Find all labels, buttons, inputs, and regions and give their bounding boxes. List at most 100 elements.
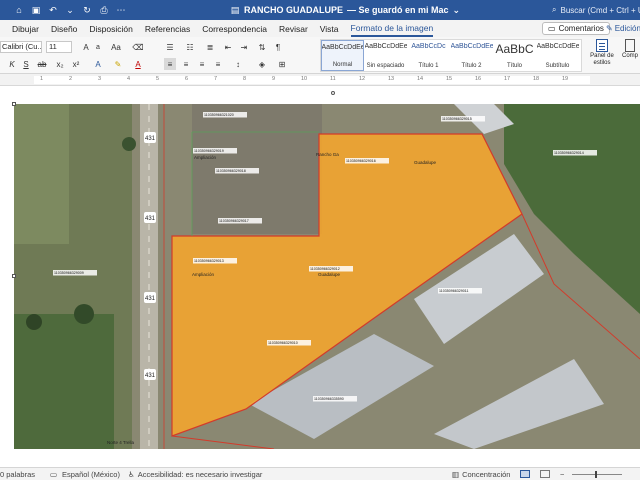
ruler-number: 5: [156, 76, 160, 82]
proofing-icon[interactable]: ▭: [50, 470, 57, 479]
tab-revisar[interactable]: Revisar: [279, 20, 308, 37]
ruler-number: 3: [98, 76, 102, 82]
style-sample: AaBbCcDc: [411, 43, 446, 50]
zoom-slider-thumb[interactable]: [595, 471, 597, 478]
chevron-down-icon[interactable]: ⌄: [65, 5, 75, 15]
style-título-2[interactable]: AaBbCcDdEe Título 2: [450, 40, 493, 71]
rotate-handle[interactable]: [331, 91, 335, 95]
ruler-number: 16: [475, 76, 482, 82]
grow-font-icon[interactable]: A: [80, 41, 92, 53]
styles-pane-button[interactable]: Panel de estilos: [587, 39, 617, 72]
numbering-icon[interactable]: ☷: [184, 41, 196, 53]
svg-text:431: 431: [145, 216, 156, 222]
search-box[interactable]: ⌕ Buscar (Cmd + Ctrl + U): [552, 0, 640, 20]
resize-handle[interactable]: [12, 102, 16, 106]
shading-icon[interactable]: ◈: [256, 58, 268, 70]
change-case-icon[interactable]: Aa: [110, 41, 122, 53]
horizontal-ruler[interactable]: 1 2 3 4 5 6 7 8 9 10 11 12 13 14 15 16 17 18 19: [0, 74, 640, 86]
text-effects-icon[interactable]: A: [92, 58, 104, 70]
search-placeholder: Buscar (Cmd + Ctrl + U): [560, 5, 640, 15]
styles-gallery: AaBbCcDdEe Normal AaBbCcDdEe Sin espaciado A…: [320, 39, 582, 72]
accessibility-status[interactable]: ♿ Accesibilidad: es necesario investigar: [128, 470, 262, 479]
style-normal[interactable]: AaBbCcDdEe Normal: [321, 40, 364, 71]
align-left-icon[interactable]: ≡: [164, 58, 176, 70]
tab-formato-de-la-imagen[interactable]: Formato de la imagen: [350, 20, 434, 37]
parcel-label: 110350966329016: [346, 159, 376, 163]
compare-button[interactable]: Comp: [622, 39, 640, 72]
subscript-icon[interactable]: x₂: [54, 58, 66, 70]
print-layout-view-button[interactable]: [520, 470, 530, 478]
style-sin-espaciado[interactable]: AaBbCcDdEe Sin espaciado: [364, 40, 407, 71]
compare-icon: [625, 39, 635, 52]
zoom-out-icon[interactable]: −: [560, 470, 564, 479]
comments-button[interactable]: ▭ Comentarios: [542, 22, 610, 35]
highway-shield: 431: [144, 212, 156, 223]
save-status[interactable]: — Se guardó en mi Mac: [347, 5, 449, 15]
tab-diseño[interactable]: Diseño: [51, 20, 77, 37]
decrease-indent-icon[interactable]: ⇤: [222, 41, 234, 53]
shrink-font-icon[interactable]: a: [92, 41, 104, 53]
tab-vista[interactable]: Vista: [320, 20, 339, 37]
highlight-icon[interactable]: ✎: [112, 58, 124, 70]
ruler-number: 19: [562, 76, 569, 82]
align-right-icon[interactable]: ≡: [196, 58, 208, 70]
ruler-number: 18: [533, 76, 540, 82]
bullets-icon[interactable]: ☰: [164, 41, 176, 53]
focus-mode[interactable]: ▥ Concentración: [452, 470, 510, 479]
language-status[interactable]: Español (México): [62, 470, 120, 479]
align-center-icon[interactable]: ≡: [180, 58, 192, 70]
style-name: Sin espaciado: [366, 63, 405, 69]
style-título[interactable]: AaBbC Título: [493, 40, 536, 71]
parcel-label: 110350966321020: [204, 113, 234, 117]
multilevel-list-icon[interactable]: ≣: [204, 41, 216, 53]
highway-shield: 431: [144, 292, 156, 303]
window-title: ▤ RANCHO GUADALUPE — Se guardó en mi Mac…: [230, 0, 460, 20]
justify-icon[interactable]: ≡: [212, 58, 224, 70]
font-name-select[interactable]: Calibri (Cu...: [0, 41, 42, 53]
clear-format-icon[interactable]: ⌫: [132, 41, 144, 53]
editing-button[interactable]: ✎ Edición: [603, 22, 640, 35]
increase-indent-icon[interactable]: ⇥: [238, 41, 250, 53]
crop-field: [14, 104, 69, 244]
parcel-label: 110350966329009: [54, 271, 84, 275]
title-bar: ⌂ ▣ ↶ ⌄ ↻ ⎙ ⋯ ▤ RANCHO GUADALUPE — Se gu…: [0, 0, 640, 20]
undo-icon[interactable]: ↶: [48, 5, 58, 15]
parcel-label: 110350966329019: [194, 149, 224, 153]
strikethrough-icon[interactable]: ab: [36, 58, 48, 70]
resize-handle[interactable]: [12, 274, 16, 278]
word-count[interactable]: 0 palabras: [0, 470, 35, 479]
home-icon[interactable]: ⌂: [14, 5, 24, 15]
search-icon: ⌕: [552, 5, 557, 14]
place-label: Ampliación: [192, 272, 215, 277]
tab-dibujar[interactable]: Dibujar: [12, 20, 39, 37]
borders-icon[interactable]: ⊞: [276, 58, 288, 70]
save-icon[interactable]: ▣: [31, 5, 41, 15]
tab-referencias[interactable]: Referencias: [145, 20, 190, 37]
style-subtítulo[interactable]: AaBbCcDdEe Subtítulo: [536, 40, 579, 71]
document-page[interactable]: 431 431 431 431 110350966321020 11035096…: [0, 86, 640, 467]
sort-icon[interactable]: ⇅: [256, 41, 268, 53]
highway-shield: 431: [144, 369, 156, 380]
more-icon[interactable]: ⋯: [116, 5, 126, 15]
tree-cluster: [122, 137, 136, 151]
satellite-map-image[interactable]: 431 431 431 431 110350966321020 11035096…: [14, 104, 640, 449]
font-size-select[interactable]: 11: [46, 41, 72, 53]
superscript-icon[interactable]: x²: [70, 58, 82, 70]
accessibility-text: Accesibilidad: es necesario investigar: [137, 470, 263, 479]
show-marks-icon[interactable]: ¶: [272, 41, 284, 53]
style-título-1[interactable]: AaBbCcDc Título 1: [407, 40, 450, 71]
print-icon[interactable]: ⎙: [99, 5, 109, 15]
line-spacing-icon[interactable]: ↕: [232, 58, 244, 70]
underline-icon[interactable]: S: [20, 58, 32, 70]
status-bar: 0 palabras ▭ Español (México) ♿ Accesibi…: [0, 467, 640, 480]
chevron-down-icon[interactable]: ⌄: [453, 5, 461, 16]
tab-correspondencia[interactable]: Correspondencia: [202, 20, 267, 37]
redo-icon[interactable]: ↻: [82, 5, 92, 15]
document-name: RANCHO GUADALUPE: [244, 5, 343, 15]
zoom-slider[interactable]: [572, 474, 622, 475]
web-layout-view-button[interactable]: [540, 470, 550, 478]
tab-disposición[interactable]: Disposición: [89, 20, 132, 37]
font-color-icon[interactable]: A: [132, 58, 144, 70]
style-sample: AaBbC: [495, 43, 534, 55]
italic-icon[interactable]: K: [6, 58, 18, 70]
